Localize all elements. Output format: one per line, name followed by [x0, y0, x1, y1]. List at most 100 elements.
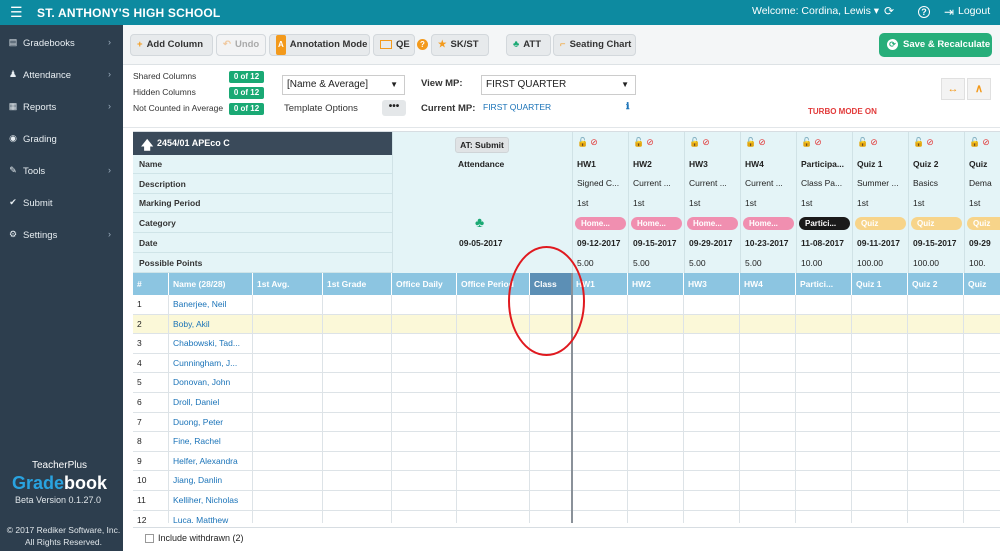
- grade-cell[interactable]: [964, 413, 1000, 433]
- sidebar-item-gradebooks[interactable]: ▤ Gradebooks ›: [0, 27, 123, 59]
- grade-cell[interactable]: [323, 412, 392, 433]
- include-withdrawn-checkbox[interactable]: [145, 534, 154, 543]
- grade-cell[interactable]: [852, 334, 908, 354]
- grade-cell[interactable]: [740, 510, 796, 523]
- grade-cell[interactable]: [253, 491, 323, 511]
- grade-cell[interactable]: [253, 393, 323, 413]
- grade-cell[interactable]: [253, 353, 323, 374]
- info-icon[interactable]: ℹ: [626, 101, 629, 112]
- grade-cell[interactable]: [572, 353, 628, 374]
- grade-cell[interactable]: [323, 314, 392, 335]
- sidebar-item-submit[interactable]: ✔ Submit: [0, 187, 123, 219]
- grade-cell[interactable]: [908, 412, 964, 433]
- grade-cell[interactable]: [628, 334, 684, 354]
- lock-icon[interactable]: 🔓⊘: [745, 137, 768, 148]
- arrow-up-icon[interactable]: 🡅: [141, 136, 153, 157]
- assignment-header[interactable]: 🔓⊘ HW1 Signed C... 1st Home... 09-12-2017 5.00: [572, 132, 628, 273]
- column-header[interactable]: Office Daily: [392, 273, 457, 295]
- grade-cell[interactable]: [796, 451, 852, 472]
- grade-cell[interactable]: [964, 295, 1000, 315]
- lock-icon[interactable]: 🔓⊘: [689, 137, 712, 148]
- grade-cell[interactable]: [964, 354, 1000, 374]
- grade-cell[interactable]: [908, 451, 964, 472]
- undo-button[interactable]: ↶ Undo: [216, 34, 266, 56]
- grade-cell[interactable]: [684, 295, 740, 315]
- grade-cell[interactable]: [457, 353, 530, 374]
- name-display-select[interactable]: [Name & Average] ▼: [282, 75, 405, 95]
- grade-cell[interactable]: [964, 491, 1000, 511]
- grade-cell[interactable]: [628, 412, 684, 433]
- grade-cell[interactable]: [457, 471, 530, 491]
- student-name-link[interactable]: Banerjee, Neil: [169, 295, 253, 315]
- grade-cell[interactable]: [796, 432, 852, 452]
- assignment-header[interactable]: 🔓⊘ HW4 Current ... 1st Home... 10-23-2017 5.00: [740, 132, 796, 273]
- grade-cell[interactable]: [852, 393, 908, 413]
- expand-columns-button[interactable]: ↔: [941, 78, 965, 100]
- grade-cell[interactable]: [457, 393, 530, 413]
- not-counted-badge[interactable]: 0 of 12: [229, 103, 264, 115]
- grade-cell[interactable]: [253, 451, 323, 472]
- grade-cell[interactable]: [628, 295, 684, 315]
- grade-cell[interactable]: [628, 353, 684, 374]
- table-row[interactable]: 4 Cunningham, J...: [133, 353, 1000, 374]
- grade-cell[interactable]: [740, 471, 796, 491]
- column-header[interactable]: Quiz 2: [908, 273, 964, 295]
- grade-cell[interactable]: [796, 314, 852, 335]
- grade-cell[interactable]: [684, 491, 740, 511]
- grade-cell[interactable]: [908, 471, 964, 491]
- grade-cell[interactable]: [392, 432, 457, 452]
- column-header[interactable]: 1st Grade: [323, 273, 392, 295]
- grade-cell[interactable]: [796, 471, 852, 491]
- grade-cell[interactable]: [392, 373, 457, 393]
- grade-cell[interactable]: [457, 412, 530, 433]
- grade-cell[interactable]: [684, 373, 740, 393]
- student-name-link[interactable]: Luca, Matthew: [169, 510, 253, 523]
- grade-cell[interactable]: [908, 353, 964, 374]
- lock-icon[interactable]: 🔓⊘: [801, 137, 824, 148]
- grade-cell[interactable]: [253, 334, 323, 354]
- grade-cell[interactable]: [796, 334, 852, 354]
- column-header[interactable]: Quiz: [964, 273, 1000, 295]
- grade-cell[interactable]: [684, 451, 740, 472]
- grade-cell[interactable]: [323, 510, 392, 523]
- grade-cell[interactable]: [964, 373, 1000, 393]
- grade-cell[interactable]: [684, 334, 740, 354]
- grade-cell[interactable]: [740, 295, 796, 315]
- grade-cell[interactable]: [392, 314, 457, 335]
- student-name-link[interactable]: Droll, Daniel: [169, 393, 253, 413]
- help-icon[interactable]: ?: [918, 6, 930, 18]
- grade-cell[interactable]: [572, 432, 628, 452]
- column-header[interactable]: #: [133, 273, 169, 295]
- grade-cell[interactable]: [572, 334, 628, 354]
- grade-cell[interactable]: [684, 412, 740, 433]
- grade-cell[interactable]: [572, 412, 628, 433]
- grade-cell[interactable]: [572, 393, 628, 413]
- grade-cell[interactable]: [852, 373, 908, 393]
- grade-cell[interactable]: [964, 315, 1000, 335]
- grade-cell[interactable]: [796, 412, 852, 433]
- grade-cell[interactable]: [684, 353, 740, 374]
- grade-cell[interactable]: [323, 393, 392, 413]
- student-name-link[interactable]: Kelliher, Nicholas: [169, 491, 253, 511]
- grade-cell[interactable]: [530, 451, 572, 472]
- grade-cell[interactable]: [628, 491, 684, 511]
- qe-help-icon[interactable]: ?: [417, 39, 428, 50]
- assignment-header[interactable]: 🔓⊘ Quiz 2 Basics 1st Quiz 09-15-2017 100.00: [908, 132, 964, 273]
- grade-cell[interactable]: [908, 295, 964, 315]
- grade-cell[interactable]: [392, 491, 457, 511]
- column-header[interactable]: HW4: [740, 273, 796, 295]
- column-header[interactable]: Partici...: [796, 273, 852, 295]
- template-options-button[interactable]: •••: [382, 100, 406, 116]
- grade-cell[interactable]: [852, 353, 908, 374]
- save-recalculate-button[interactable]: ⟳ Save & Recalculate: [879, 33, 992, 57]
- grade-cell[interactable]: [323, 451, 392, 472]
- table-row[interactable]: 7 Duong, Peter: [133, 412, 1000, 433]
- grade-cell[interactable]: [796, 491, 852, 511]
- grade-cell[interactable]: [684, 393, 740, 413]
- grade-cell[interactable]: [908, 510, 964, 523]
- student-name-link[interactable]: Duong, Peter: [169, 412, 253, 433]
- grade-cell[interactable]: [323, 353, 392, 374]
- grade-cell[interactable]: [684, 510, 740, 523]
- grade-cell[interactable]: [628, 393, 684, 413]
- grade-cell[interactable]: [908, 334, 964, 354]
